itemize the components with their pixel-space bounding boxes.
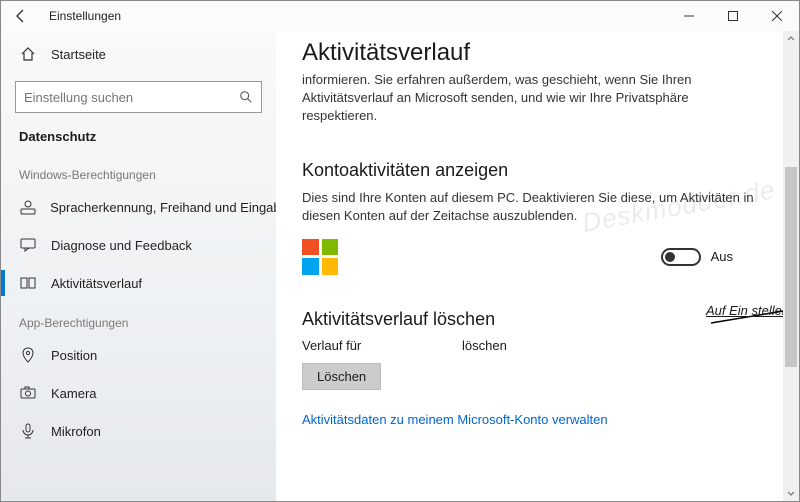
- scroll-thumb[interactable]: [785, 167, 797, 367]
- close-icon: [772, 11, 782, 21]
- sidebar-item-label: Position: [51, 348, 97, 363]
- home-icon: [19, 46, 37, 62]
- sidebar-group-windows: Windows-Berechtigungen: [1, 154, 276, 188]
- arrow-left-icon: [13, 8, 29, 24]
- camera-icon: [19, 385, 37, 401]
- clear-heading: Aktivitätsverlauf löschen: [302, 309, 773, 330]
- clear-label-left: Verlauf für: [302, 338, 462, 353]
- window-body: Startseite Datenschutz Windows-Berechtig…: [1, 31, 799, 501]
- scroll-up-button[interactable]: [783, 31, 799, 47]
- account-toggle[interactable]: [661, 248, 701, 266]
- accounts-desc: Dies sind Ihre Konten auf diesem PC. Dea…: [302, 189, 762, 225]
- search-input[interactable]: [24, 90, 233, 105]
- search-input-wrap[interactable]: [15, 81, 262, 113]
- clear-history-section: Verlauf für löschen Löschen: [302, 338, 773, 390]
- activity-icon: [19, 275, 37, 291]
- minimize-button[interactable]: [667, 1, 711, 31]
- location-icon: [19, 347, 37, 363]
- sidebar-item-microphone[interactable]: Mikrofon: [1, 412, 276, 450]
- annotation-text: Auf Ein stellen: [706, 303, 789, 318]
- sidebar-item-location[interactable]: Position: [1, 336, 276, 374]
- account-row: Aus: [302, 239, 773, 275]
- sidebar-item-label: Mikrofon: [51, 424, 101, 439]
- sidebar-item-label: Spracherkennung, Freihand und Eingabe: [50, 200, 276, 215]
- sidebar-item-speech[interactable]: Spracherkennung, Freihand und Eingabe: [1, 188, 276, 226]
- vertical-scrollbar[interactable]: [783, 31, 799, 501]
- sidebar-home-label: Startseite: [51, 47, 106, 62]
- window-controls: [667, 1, 799, 31]
- sidebar-item-camera[interactable]: Kamera: [1, 374, 276, 412]
- manage-link[interactable]: Aktivitätsdaten zu meinem Microsoft-Kont…: [302, 412, 608, 427]
- intro-text: informieren. Sie erfahren außerdem, was …: [302, 71, 762, 126]
- feedback-icon: [19, 237, 37, 253]
- sidebar-item-diagnostics[interactable]: Diagnose und Feedback: [1, 226, 276, 264]
- clear-label-right: löschen: [462, 338, 773, 353]
- speech-icon: [19, 199, 36, 215]
- sidebar-item-label: Diagnose und Feedback: [51, 238, 192, 253]
- search-icon: [239, 90, 253, 104]
- accounts-heading: Kontoaktivitäten anzeigen: [302, 160, 773, 181]
- sidebar-group-app: App-Berechtigungen: [1, 302, 276, 336]
- chevron-up-icon: [787, 35, 795, 43]
- account-toggle-wrap: Aus: [661, 248, 773, 266]
- sidebar-item-label: Aktivitätsverlauf: [51, 276, 142, 291]
- microsoft-logo-icon: [302, 239, 338, 275]
- back-button[interactable]: [13, 8, 35, 24]
- page-title: Aktivitätsverlauf: [302, 39, 773, 67]
- maximize-icon: [728, 11, 738, 21]
- sidebar-home[interactable]: Startseite: [1, 35, 276, 73]
- toggle-state-label: Aus: [711, 249, 733, 264]
- sidebar-item-activity-history[interactable]: Aktivitätsverlauf: [1, 264, 276, 302]
- close-button[interactable]: [755, 1, 799, 31]
- scroll-down-button[interactable]: [783, 485, 799, 501]
- settings-window: Einstellungen Startseite Datenschutz Win…: [0, 0, 800, 502]
- clear-button[interactable]: Löschen: [302, 363, 381, 390]
- sidebar-section: Datenschutz: [1, 119, 276, 154]
- scroll-track[interactable]: [783, 47, 799, 485]
- sidebar-item-label: Kamera: [51, 386, 97, 401]
- minimize-icon: [684, 11, 694, 21]
- window-title: Einstellungen: [35, 9, 121, 23]
- maximize-button[interactable]: [711, 1, 755, 31]
- microphone-icon: [19, 423, 37, 439]
- content-pane: Aktivitätsverlauf informieren. Sie erfah…: [276, 31, 799, 501]
- titlebar: Einstellungen: [1, 1, 799, 31]
- chevron-down-icon: [787, 489, 795, 497]
- sidebar: Startseite Datenschutz Windows-Berechtig…: [1, 31, 276, 501]
